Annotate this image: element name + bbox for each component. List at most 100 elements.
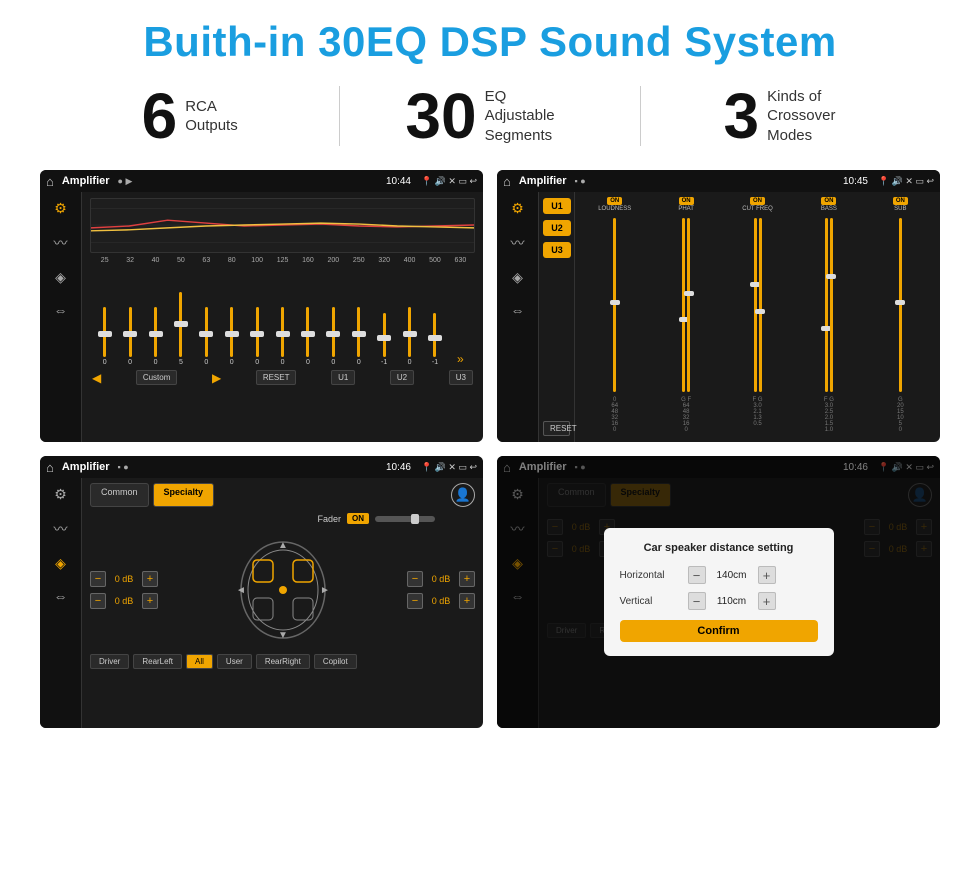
spk-btn-all[interactable]: All	[186, 654, 213, 669]
screen-eq-crossover: ⌂ Amplifier ▪ ● 10:45 📍 🔊 ✕ ▭ ↩ ⚙ 〰 ◈ ⇔ …	[497, 170, 940, 442]
dialog-vertical-minus[interactable]: −	[688, 592, 706, 610]
crossover-u3-btn[interactable]: U3	[543, 242, 571, 258]
spk-btn-user[interactable]: User	[217, 654, 252, 669]
db-value-3: 0 dB	[427, 574, 455, 584]
sidebar-arrows-icon-3[interactable]: ⇔	[54, 588, 68, 604]
db-minus-2[interactable]: −	[90, 593, 106, 609]
eq-slider-col-11[interactable]: 0	[346, 266, 371, 366]
stat-number-eq: 30	[405, 84, 476, 148]
channel-bass: ON BASS F G	[795, 197, 862, 403]
eq-slider-col-15[interactable]: »	[448, 266, 473, 366]
eq-reset-btn[interactable]: RESET	[256, 370, 297, 385]
dialog-horizontal-plus[interactable]: +	[758, 566, 776, 584]
phat-toggle[interactable]: ON	[679, 197, 694, 205]
cutfreq-toggle[interactable]: ON	[750, 197, 765, 205]
sidebar-speaker-icon[interactable]: ◈	[55, 269, 66, 286]
eq-prev-btn[interactable]: ◀	[92, 371, 101, 385]
db-plus-2[interactable]: +	[142, 593, 158, 609]
eq-u1-btn[interactable]: U1	[331, 370, 355, 385]
dialog-horizontal-minus[interactable]: −	[688, 566, 706, 584]
eq-slider-col-10[interactable]: 0	[321, 266, 346, 366]
eq-slider-col-13[interactable]: 0	[397, 266, 422, 366]
confirm-button[interactable]: Confirm	[620, 620, 818, 642]
home-icon-2[interactable]: ⌂	[503, 174, 511, 189]
home-icon-1[interactable]: ⌂	[46, 174, 54, 189]
stat-crossover: 3 Kinds ofCrossover Modes	[651, 84, 930, 148]
eq-slider-col-14[interactable]: -1	[422, 266, 447, 366]
stat-divider-1	[339, 86, 340, 146]
db-controls-right: − 0 dB + − 0 dB +	[407, 571, 475, 609]
svg-text:▲: ▲	[278, 540, 288, 551]
stat-label-rca: RCAOutputs	[185, 97, 238, 136]
eq-u3-btn[interactable]: U3	[449, 370, 473, 385]
sub-toggle[interactable]: ON	[893, 197, 908, 205]
sidebar-eq-icon-2[interactable]: ⚙	[511, 200, 524, 217]
db-minus-4[interactable]: −	[407, 593, 423, 609]
db-minus-3[interactable]: −	[407, 571, 423, 587]
screen-speaker-fader: ⌂ Amplifier ▪ ● 10:46 📍 🔊 ✕ ▭ ↩ ⚙ 〰 ◈ ⇔ …	[40, 456, 483, 728]
sidebar-wave-icon[interactable]: 〰	[54, 233, 68, 253]
crossover-main: ON LOUDNESS 0 ON PHAT	[575, 192, 940, 442]
db-row-1: − 0 dB +	[90, 571, 158, 587]
spk-btn-copilot[interactable]: Copilot	[314, 654, 357, 669]
app-title-1: Amplifier	[62, 175, 110, 187]
dialog-vertical-plus[interactable]: +	[758, 592, 776, 610]
status-bar-3: ⌂ Amplifier ▪ ● 10:46 📍 🔊 ✕ ▭ ↩	[40, 456, 483, 478]
crossover-reset-btn[interactable]: RESET	[543, 421, 570, 436]
stat-divider-2	[640, 86, 641, 146]
crossover-u1-btn[interactable]: U1	[543, 198, 571, 214]
home-icon-3[interactable]: ⌂	[46, 460, 54, 475]
sidebar-speaker-icon-3[interactable]: ◈	[55, 555, 66, 572]
dialog-vertical-value: 110cm	[714, 596, 750, 607]
sidebar-wave-icon-2[interactable]: 〰	[511, 233, 525, 253]
spk-btn-rearleft[interactable]: RearLeft	[133, 654, 182, 669]
distance-dialog: Car speaker distance setting Horizontal …	[604, 528, 834, 656]
db-row-3: − 0 dB +	[407, 571, 475, 587]
crossover-u2-btn[interactable]: U2	[543, 220, 571, 236]
eq-slider-col-12[interactable]: -1	[371, 266, 396, 366]
dialog-horizontal-value: 140cm	[714, 570, 750, 581]
screen-speaker-distance: ⌂ Amplifier ▪ ● 10:46 📍 🔊 ✕ ▭ ↩ ⚙ 〰 ◈ ⇔ …	[497, 456, 940, 728]
eq-slider-col-3[interactable]: 0	[143, 266, 168, 366]
eq-slider-col-4[interactable]: 5	[168, 266, 193, 366]
sidebar-arrows-icon-2[interactable]: ⇔	[511, 302, 525, 318]
bass-toggle[interactable]: ON	[821, 197, 836, 205]
eq-u2-btn[interactable]: U2	[390, 370, 414, 385]
tab-common[interactable]: Common	[90, 483, 149, 507]
eq-slider-col-5[interactable]: 0	[194, 266, 219, 366]
speaker-buttons-bottom: Driver RearLeft All User RearRight Copil…	[90, 654, 475, 669]
sidebar-speaker-icon-2[interactable]: ◈	[512, 269, 523, 286]
db-plus-3[interactable]: +	[459, 571, 475, 587]
app-title-3: Amplifier	[62, 461, 110, 473]
status-bar-1: ⌂ Amplifier ● ▶ 10:44 📍 🔊 ✕ ▭ ↩	[40, 170, 483, 192]
eq-slider-col-8[interactable]: 0	[270, 266, 295, 366]
db-plus-4[interactable]: +	[459, 593, 475, 609]
fader-track[interactable]	[375, 516, 435, 522]
fader-toggle[interactable]: ON	[347, 513, 369, 524]
tab-specialty[interactable]: Specialty	[153, 483, 215, 507]
stat-number-rca: 6	[142, 84, 178, 148]
spk-btn-driver[interactable]: Driver	[90, 654, 129, 669]
eq-next-btn[interactable]: ▶	[212, 371, 221, 385]
spk-btn-rearright[interactable]: RearRight	[256, 654, 310, 669]
stat-label-crossover: Kinds ofCrossover Modes	[767, 87, 857, 146]
status-time-1: 10:44	[386, 176, 411, 187]
svg-text:◄: ◄	[236, 585, 246, 596]
speaker-main: Common Specialty 👤 Fader ON	[82, 478, 483, 728]
sidebar-left-1: ⚙ 〰 ◈ ⇔	[40, 192, 82, 442]
stat-number-crossover: 3	[724, 84, 760, 148]
sidebar-eq-icon[interactable]: ⚙	[54, 200, 67, 217]
sidebar-wave-icon-3[interactable]: 〰	[54, 519, 68, 539]
eq-custom-btn[interactable]: Custom	[136, 370, 178, 385]
eq-slider-col-2[interactable]: 0	[117, 266, 142, 366]
eq-slider-col-1[interactable]: 0	[92, 266, 117, 366]
db-plus-1[interactable]: +	[142, 571, 158, 587]
sidebar-arrows-icon[interactable]: ⇔	[54, 302, 68, 318]
eq-slider-col-9[interactable]: 0	[295, 266, 320, 366]
eq-slider-col-7[interactable]: 0	[244, 266, 269, 366]
db-minus-1[interactable]: −	[90, 571, 106, 587]
user-icon-3[interactable]: 👤	[451, 483, 475, 507]
loudness-toggle[interactable]: ON	[607, 197, 622, 205]
eq-slider-col-6[interactable]: 0	[219, 266, 244, 366]
sidebar-eq-icon-3[interactable]: ⚙	[54, 486, 67, 503]
